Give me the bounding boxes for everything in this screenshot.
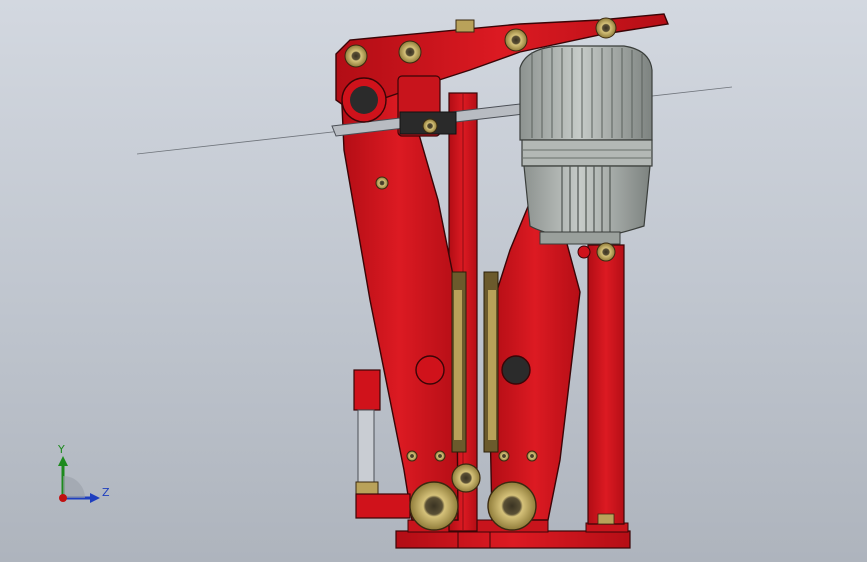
z-axis-label: Z xyxy=(102,486,110,499)
thruster-motor xyxy=(519,45,653,245)
pin-rod-end xyxy=(422,118,438,134)
pin-right-top xyxy=(504,28,528,52)
center-roller xyxy=(451,463,481,493)
motor-support-column xyxy=(587,244,625,525)
left-arm-hole xyxy=(415,355,445,385)
pin-left-top xyxy=(344,44,368,68)
pin-arm-small xyxy=(375,176,389,190)
right-main-bushing xyxy=(487,481,537,531)
pin-lever-tip xyxy=(595,17,617,39)
brake-assembly-model[interactable] xyxy=(0,0,867,562)
origin-dot xyxy=(59,494,67,502)
pin-mid-top xyxy=(398,40,422,64)
right-arm-hole xyxy=(501,355,531,385)
base-plate xyxy=(395,530,631,549)
3d-viewport[interactable]: Y Z xyxy=(0,0,867,562)
y-axis-label: Y xyxy=(58,443,65,456)
pin-motor-bottom xyxy=(596,242,616,262)
left-main-bushing xyxy=(409,481,459,531)
